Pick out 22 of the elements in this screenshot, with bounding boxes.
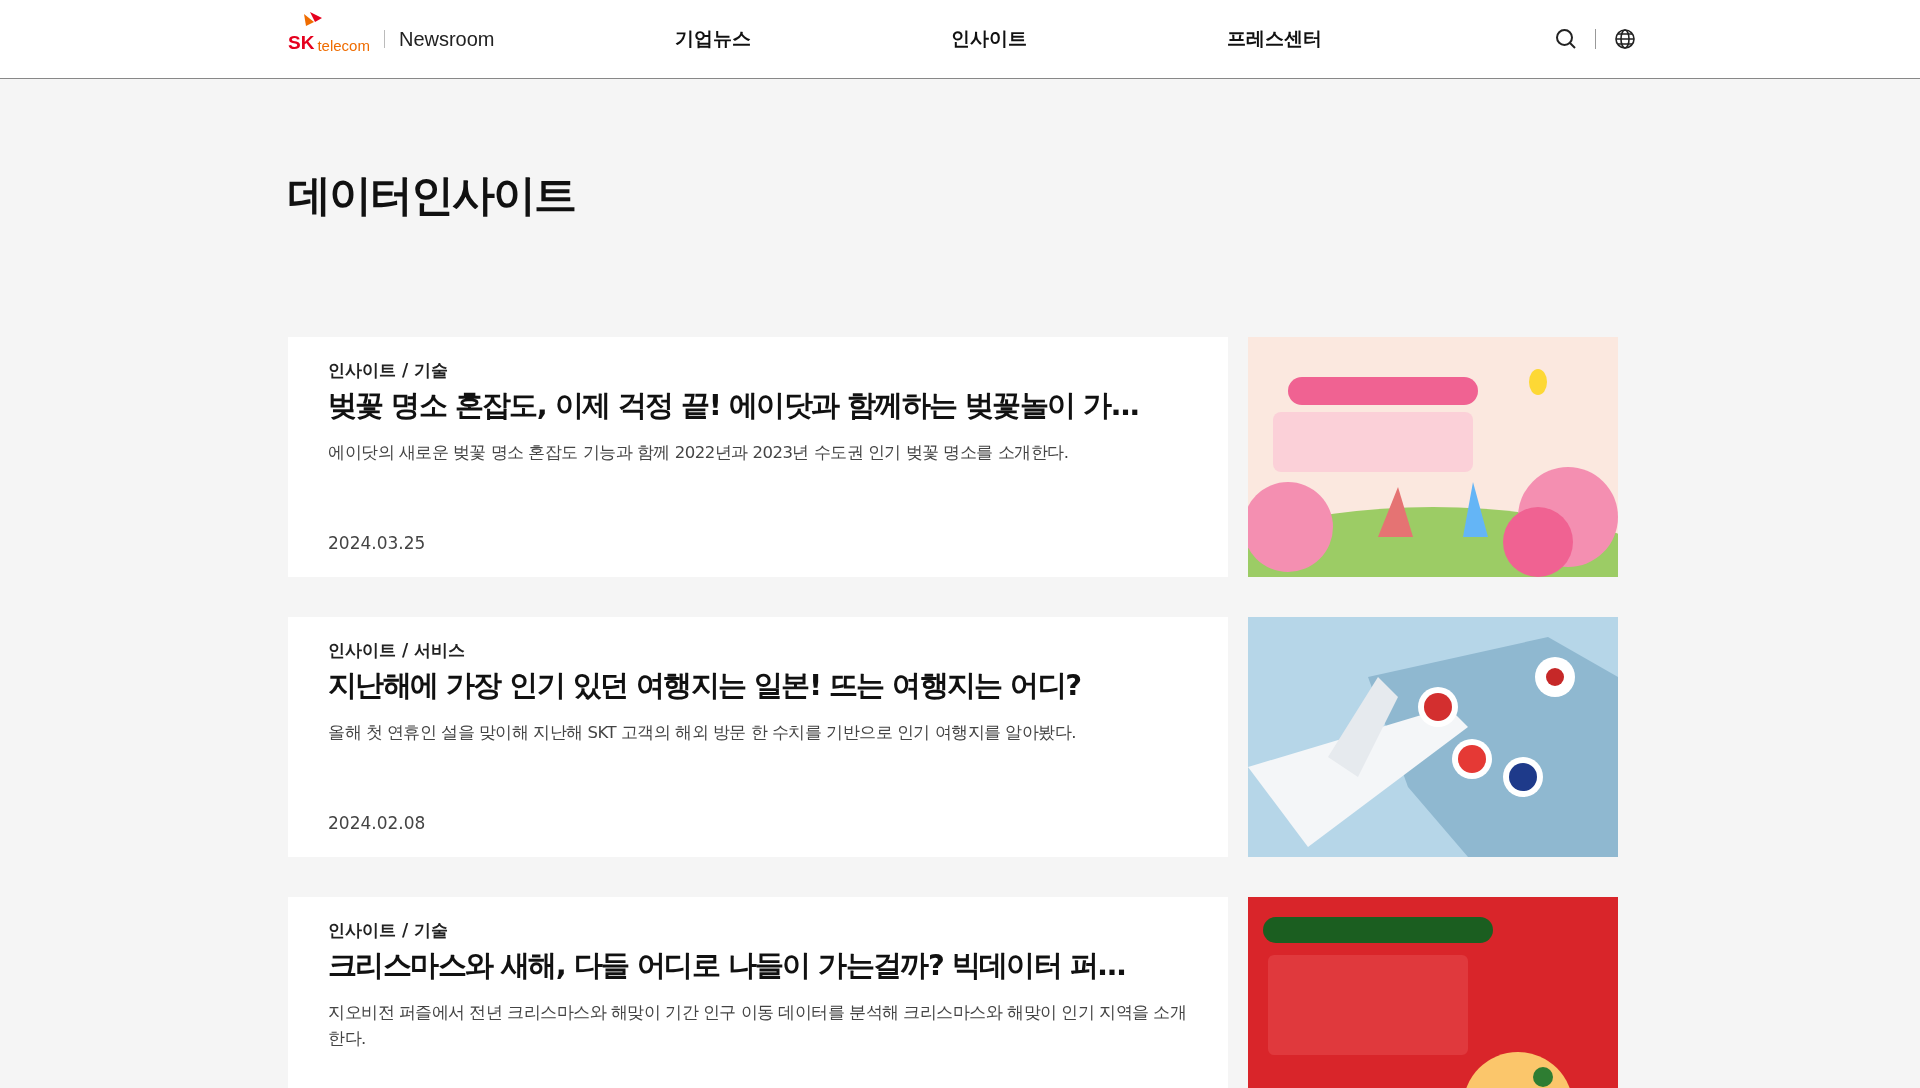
search-icon[interactable] — [1555, 28, 1577, 50]
globe-icon[interactable] — [1614, 28, 1636, 50]
article-date: 2024.03.25 — [328, 533, 427, 553]
article-date: 2024.02.08 — [328, 813, 427, 833]
nav-link[interactable]: 기업뉴스 — [674, 26, 751, 52]
article-summary: 에이닷의 새로운 벚꽃 명소 혼잡도 기능과 함께 2022년과 2023년 수도권 인기 벚꽃 명소를 소개한다. — [328, 442, 1070, 464]
article-title[interactable]: 지난해에 가장 인기 있던 여행지는 일본! 뜨는 여행지는 어디? — [328, 666, 1188, 706]
nav-link[interactable]: 인사이트 — [950, 26, 1027, 52]
article-category: 인사이트 / 기술 — [328, 359, 450, 382]
article-category: 인사이트 / 기술 — [328, 919, 450, 942]
article-card[interactable]: 인사이트 / 서비스 지난해에 가장 인기 있던 여행지는 일본! 뜨는 여행지는 어디? 올해 첫 연휴인 설을 맞이해 지난해 SKT 고객의 해외 방문 한 수치를 기반으로 인기 여행지를 알아봤다. 2024.02.08 — [288, 617, 1228, 857]
site-name[interactable]: Newsroom — [398, 27, 495, 51]
logo-text[interactable]: SK — [288, 32, 315, 54]
article-title[interactable]: 크리스마스와 새해, 다들 어디로 나들이 가는걸까? 빅데이터 퍼... — [328, 946, 1188, 986]
article-title[interactable]: 벚꽃 명소 혼잡도, 이제 걱정 끝! 에이닷과 함께하는 벚꽃놀이 가... — [328, 386, 1188, 426]
article-category: 인사이트 / 서비스 — [328, 639, 467, 662]
article-card[interactable]: 인사이트 / 기술 벚꽃 명소 혼잡도, 이제 걱정 끝! 에이닷과 함께하는 벚꽃놀이 가... 에이닷의 새로운 벚꽃 명소 혼잡도 기능과 함께 2022년과 2023년 수도권 인기 벚꽃 명소를 소개한다. 2024.03.25 — [288, 337, 1228, 577]
article-card[interactable]: 인사이트 / 기술 크리스마스와 새해, 다들 어디로 나들이 가는걸까? 빅데이터 퍼... 지오비전 퍼즐에서 전년 크리스마스와 해맞이 기간 인구 이동 데이터를 분석해 크리스마스와 해맞이 인기 지역을 소개한다. — [288, 897, 1228, 1088]
page-title: 데이터인사이트 — [288, 169, 576, 222]
article-summary: 지오비전 퍼즐에서 전년 크리스마스와 해맞이 기간 인구 이동 데이터를 분석해 크리스마스와 해맞이 인기 지역을 소개한다. — [328, 1002, 1188, 1050]
article-summary: 올해 첫 연휴인 설을 맞이해 지난해 SKT 고객의 해외 방문 한 수치를 기반으로 인기 여행지를 알아봤다. — [328, 722, 1077, 744]
nav-link[interactable]: 프레스센터 — [1226, 26, 1322, 52]
